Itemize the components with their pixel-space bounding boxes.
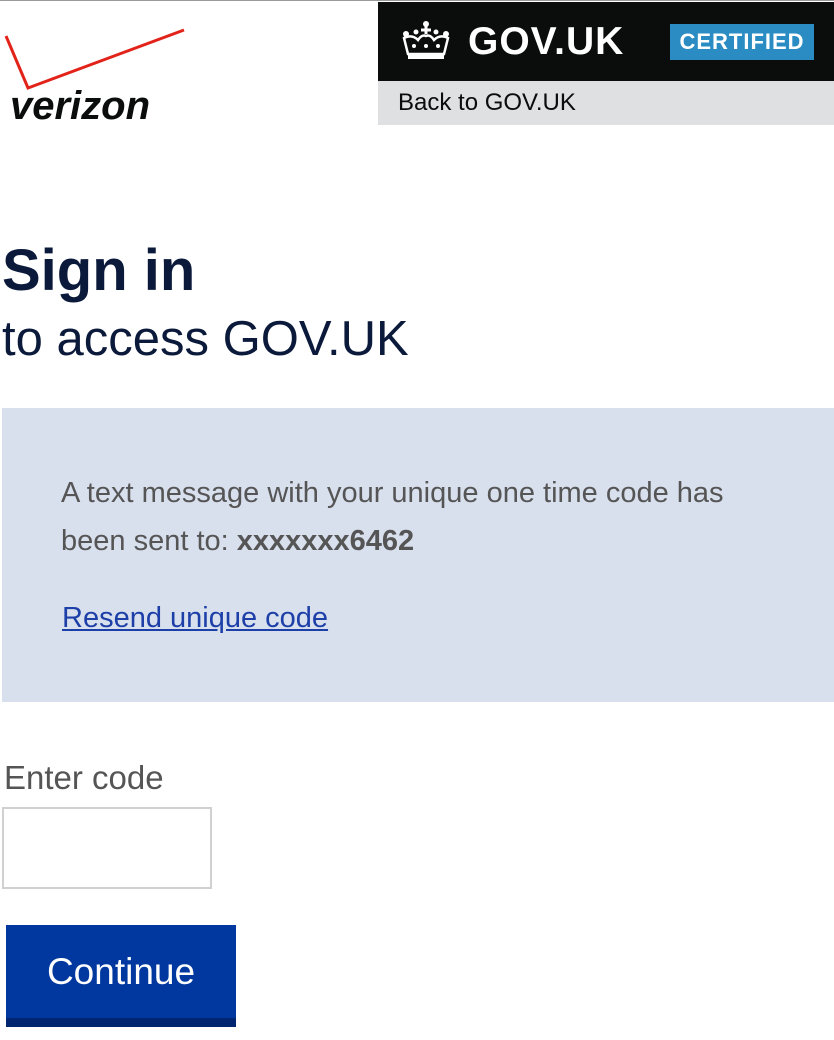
- logo-wordmark: verizon: [10, 84, 150, 128]
- masked-phone-number: xxxxxxx6462: [236, 525, 415, 557]
- code-label: Enter code: [4, 759, 164, 796]
- page-title: Sign in: [2, 238, 196, 303]
- back-bar: Back to GOV.UK: [378, 81, 834, 125]
- resend-code-link[interactable]: Resend unique code: [62, 600, 328, 636]
- info-message: A text message with your unique one time…: [61, 469, 781, 565]
- crown-icon: [402, 21, 450, 59]
- verizon-logo: verizon: [4, 26, 194, 136]
- top-border: [0, 0, 834, 1]
- certified-badge: CERTIFIED: [670, 24, 814, 60]
- page-subtitle: to access GOV.UK: [2, 312, 409, 366]
- back-to-gov-uk-link[interactable]: Back to GOV.UK: [398, 89, 576, 117]
- gov-uk-header: GOV.UK CERTIFIED: [378, 2, 834, 81]
- gov-uk-title[interactable]: GOV.UK: [468, 19, 624, 65]
- continue-button[interactable]: Continue: [6, 925, 236, 1027]
- code-input[interactable]: [2, 807, 212, 889]
